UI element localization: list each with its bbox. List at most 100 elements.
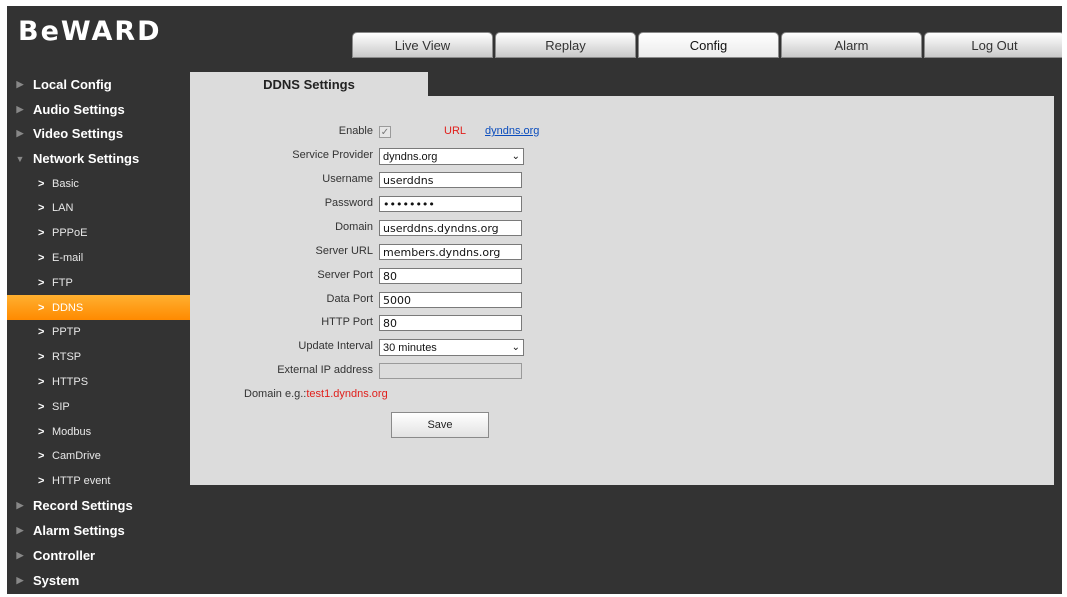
chevron-right-icon: >	[38, 301, 45, 314]
triangle-down-icon: ▼	[15, 153, 25, 164]
chevron-down-icon: ⌄	[511, 151, 520, 162]
server-port-label: Server Port	[317, 269, 373, 281]
update-interval-select[interactable]: 30 minutes ⌄	[379, 339, 524, 356]
http-port-row: HTTP Port	[190, 315, 1054, 333]
sidebar-item-label: Local Config	[33, 76, 112, 92]
section-tab-ddns-settings: DDNS Settings	[190, 72, 428, 96]
http-port-label: HTTP Port	[321, 316, 373, 328]
sidebar-subitem-ddns[interactable]: > DDNS	[7, 295, 190, 320]
sidebar-subitem-label: DDNS	[52, 301, 84, 314]
password-row: Password	[190, 196, 1054, 214]
app-frame: BeWARD Live View Replay Config Alarm Log…	[7, 6, 1062, 594]
tab-live-view[interactable]: Live View	[352, 32, 493, 58]
sidebar-subitem-modbus[interactable]: > Modbus	[7, 419, 190, 444]
username-input[interactable]	[379, 172, 522, 188]
password-input[interactable]	[379, 196, 522, 212]
service-provider-row: Service Provider dyndns.org ⌄	[190, 148, 1054, 166]
sidebar-subitem-label: PPPoE	[52, 227, 88, 240]
server-port-input[interactable]	[379, 268, 522, 284]
sidebar-item-video-settings[interactable]: ▶ Video Settings	[7, 122, 190, 147]
service-provider-select[interactable]: dyndns.org ⌄	[379, 148, 524, 165]
sidebar-subitem-ftp[interactable]: > FTP	[7, 270, 190, 295]
chevron-down-icon: ⌄	[511, 342, 520, 353]
sidebar: ▶ Local Config ▶ Audio Settings ▶ Video …	[7, 72, 190, 593]
sidebar-subitem-label: E-mail	[52, 251, 84, 264]
data-port-input[interactable]	[379, 292, 522, 308]
sidebar-subitem-label: PPTP	[52, 326, 81, 339]
provider-url-link[interactable]: dyndns.org	[485, 125, 539, 137]
sidebar-item-system[interactable]: ▶ System	[7, 568, 190, 593]
triangle-right-icon: ▶	[16, 500, 24, 511]
triangle-right-icon: ▶	[16, 574, 24, 585]
server-url-label: Server URL	[315, 245, 373, 257]
username-label: Username	[322, 173, 373, 185]
ddns-settings-panel: Enable ✓ URL dyndns.org Service Provider…	[190, 96, 1054, 485]
triangle-right-icon: ▶	[16, 550, 24, 561]
sidebar-subitem-label: Basic	[52, 177, 79, 190]
domain-input[interactable]	[379, 220, 522, 236]
tab-config[interactable]: Config	[638, 32, 779, 58]
username-row: Username	[190, 172, 1054, 190]
domain-example-value: test1.dyndns.org	[306, 388, 388, 400]
sidebar-subitem-pppoe[interactable]: > PPPoE	[7, 221, 190, 246]
data-port-row: Data Port	[190, 292, 1054, 310]
external-ip-label: External IP address	[277, 364, 373, 376]
sidebar-item-local-config[interactable]: ▶ Local Config	[7, 72, 190, 97]
sidebar-subitem-label: Modbus	[52, 425, 92, 438]
domain-example-prefix: Domain e.g.:	[244, 388, 307, 400]
sidebar-item-label: Network Settings	[33, 151, 140, 167]
tab-log-out[interactable]: Log Out	[924, 32, 1062, 58]
chevron-right-icon: >	[38, 475, 45, 488]
sidebar-subitem-http-event[interactable]: > HTTP event	[7, 469, 190, 494]
external-ip-row: External IP address	[190, 363, 1054, 381]
sidebar-subitem-rtsp[interactable]: > RTSP	[7, 345, 190, 370]
chevron-right-icon: >	[38, 202, 45, 215]
enable-row: Enable ✓ URL dyndns.org	[190, 124, 1054, 142]
sidebar-subitem-https[interactable]: > HTTPS	[7, 370, 190, 395]
save-button[interactable]: Save	[391, 412, 489, 438]
domain-label: Domain	[335, 221, 373, 233]
service-provider-label: Service Provider	[292, 149, 373, 161]
sidebar-item-controller[interactable]: ▶ Controller	[7, 543, 190, 568]
sidebar-subitem-label: SIP	[52, 400, 70, 413]
sidebar-item-audio-settings[interactable]: ▶ Audio Settings	[7, 97, 190, 122]
sidebar-item-network-settings[interactable]: ▼ Network Settings	[7, 146, 190, 171]
chevron-right-icon: >	[38, 400, 45, 413]
sidebar-item-label: Alarm Settings	[33, 523, 125, 539]
server-url-input[interactable]	[379, 244, 522, 260]
chevron-right-icon: >	[38, 326, 45, 339]
checkmark-icon: ✓	[380, 126, 390, 138]
sidebar-subitem-pptp[interactable]: > PPTP	[7, 320, 190, 345]
server-port-row: Server Port	[190, 268, 1054, 286]
enable-label: Enable	[338, 125, 373, 137]
sidebar-subitem-label: HTTPS	[52, 375, 89, 388]
sidebar-subitem-basic[interactable]: > Basic	[7, 171, 190, 196]
triangle-right-icon: ▶	[16, 78, 24, 89]
service-provider-value: dyndns.org	[383, 150, 438, 163]
update-interval-row: Update Interval 30 minutes ⌄	[190, 339, 1054, 357]
enable-checkbox[interactable]: ✓	[379, 126, 391, 138]
sidebar-subitem-lan[interactable]: > LAN	[7, 196, 190, 221]
tab-replay[interactable]: Replay	[495, 32, 636, 58]
update-interval-label: Update Interval	[298, 340, 373, 352]
sidebar-item-alarm-settings[interactable]: ▶ Alarm Settings	[7, 518, 190, 543]
tab-alarm[interactable]: Alarm	[781, 32, 922, 58]
sidebar-item-label: Video Settings	[33, 126, 124, 142]
sidebar-item-record-settings[interactable]: ▶ Record Settings	[7, 494, 190, 519]
sidebar-subitem-sip[interactable]: > SIP	[7, 394, 190, 419]
sidebar-subitem-label: LAN	[52, 202, 74, 215]
sidebar-item-label: Audio Settings	[33, 101, 125, 117]
sidebar-item-label: System	[33, 572, 80, 588]
password-label: Password	[324, 197, 373, 209]
sidebar-item-label: Controller	[33, 548, 96, 564]
chevron-right-icon: >	[38, 276, 45, 289]
sidebar-subitem-camdrive[interactable]: > CamDrive	[7, 444, 190, 469]
update-interval-value: 30 minutes	[383, 341, 437, 354]
chevron-right-icon: >	[38, 375, 45, 388]
http-port-input[interactable]	[379, 315, 522, 331]
sidebar-subitem-label: CamDrive	[52, 450, 101, 463]
sidebar-subitem-label: FTP	[52, 276, 73, 289]
sidebar-subitem-email[interactable]: > E-mail	[7, 246, 190, 271]
domain-example: Domain e.g.:test1.dyndns.org	[244, 388, 388, 400]
sidebar-item-label: Record Settings	[33, 498, 133, 514]
